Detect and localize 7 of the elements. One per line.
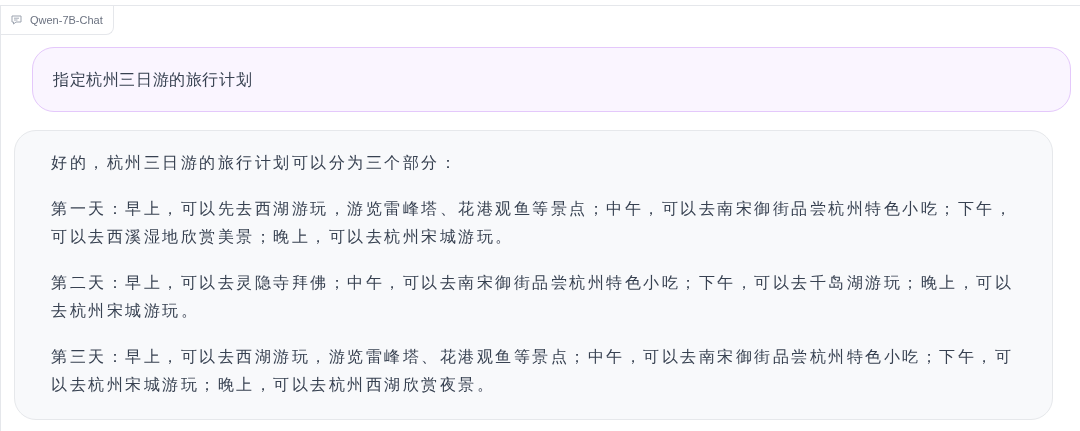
message-paragraph: 第一天：早上，可以先去西湖游玩，游览雷峰塔、花港观鱼等景点；中午，可以去南宋御街品尝杭州特色小吃；下午，可以去西溪湿地欣赏美景；晚上，可以去杭州宋城游玩。 — [51, 199, 1014, 248]
message-paragraph: 第三天：早上，可以去西湖游玩，游览雷峰塔、花港观鱼等景点；中午，可以去南宋御街品尝杭州特色小吃；下午，可以去杭州宋城游玩；晚上，可以去杭州西湖欣赏夜景。 — [51, 347, 1014, 396]
message-paragraph: 第二天：早上，可以去灵隐寺拜佛；中午，可以去南宋御街品尝杭州特色小吃；下午，可以去千岛湖游玩；晚上，可以去杭州宋城游玩。 — [51, 273, 1014, 322]
chat-icon — [11, 15, 22, 25]
label-text: Qwen-7B-Chat — [30, 14, 103, 26]
message-paragraph: 指定杭州三日游的旅行计划 — [53, 70, 254, 91]
message-paragraph: 好的，杭州三日游的旅行计划可以分为三个部分： — [51, 153, 459, 174]
